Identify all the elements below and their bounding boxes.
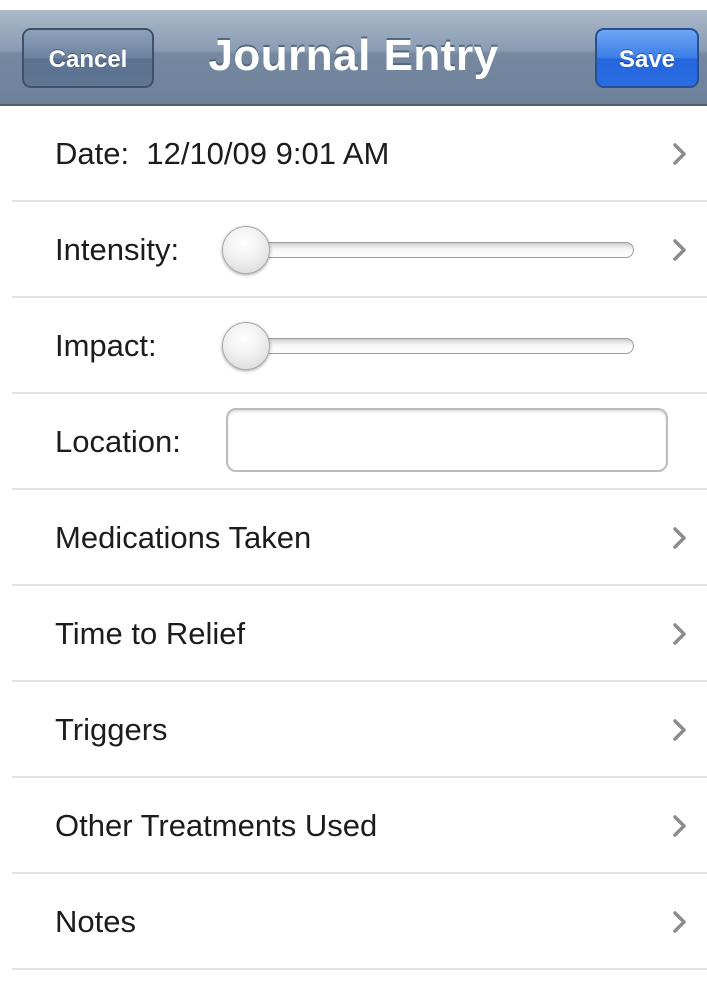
- time-to-relief-row[interactable]: Time to Relief: [12, 586, 707, 682]
- impact-label: Impact:: [55, 328, 157, 363]
- location-row: Location:: [12, 394, 707, 490]
- medications-taken-label: Medications Taken: [55, 520, 312, 555]
- intensity-slider[interactable]: [224, 242, 634, 258]
- journal-form: Date: 12/10/09 9:01 AM Intensity: Impact…: [0, 106, 707, 970]
- triggers-row[interactable]: Triggers: [12, 682, 707, 778]
- navbar-top-edge: [0, 0, 707, 10]
- chevron-right-icon: [673, 623, 686, 645]
- notes-row[interactable]: Notes: [12, 874, 707, 970]
- chevron-right-icon: [673, 719, 686, 741]
- save-button[interactable]: Save: [595, 28, 699, 88]
- chevron-right-icon: [673, 911, 686, 933]
- intensity-row: Intensity:: [12, 202, 707, 298]
- chevron-right-icon: [673, 527, 686, 549]
- chevron-right-icon: [673, 143, 686, 165]
- location-field[interactable]: [226, 408, 668, 472]
- date-row[interactable]: Date: 12/10/09 9:01 AM: [12, 106, 707, 202]
- date-label: Date: 12/10/09 9:01 AM: [55, 106, 389, 202]
- other-treatments-label: Other Treatments Used: [55, 808, 378, 843]
- triggers-label: Triggers: [55, 712, 168, 747]
- impact-slider-thumb[interactable]: [222, 322, 270, 370]
- other-treatments-row[interactable]: Other Treatments Used: [12, 778, 707, 874]
- notes-label: Notes: [55, 904, 136, 939]
- navigation-bar: Cancel Journal Entry Save: [0, 0, 707, 106]
- impact-row: Impact:: [12, 298, 707, 394]
- chevron-right-icon: [673, 815, 686, 837]
- intensity-slider-thumb[interactable]: [222, 226, 270, 274]
- date-value: 12/10/09 9:01 AM: [146, 136, 390, 171]
- location-label: Location:: [55, 424, 181, 459]
- chevron-right-icon[interactable]: [667, 238, 691, 262]
- date-label-text: Date:: [55, 136, 130, 171]
- medications-taken-row[interactable]: Medications Taken: [12, 490, 707, 586]
- intensity-label: Intensity:: [55, 232, 180, 267]
- time-to-relief-label: Time to Relief: [55, 616, 246, 651]
- impact-slider[interactable]: [224, 338, 634, 354]
